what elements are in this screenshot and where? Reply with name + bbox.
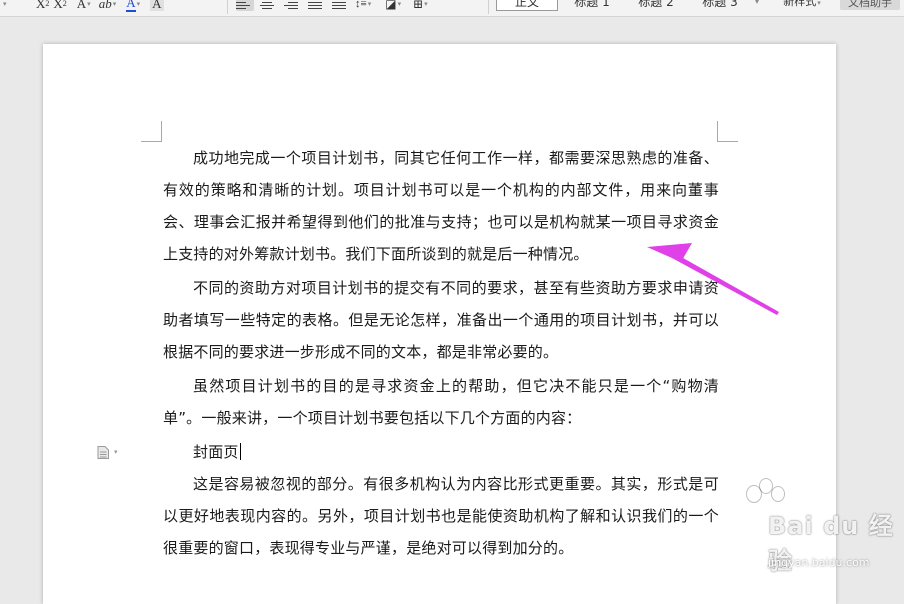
font-format-group: ▾ X2 X2 A ▾ ab ▾ A ▾ A xyxy=(0,0,166,14)
styles-gallery-more-icon[interactable]: ▾ xyxy=(750,0,764,10)
style-normal-button[interactable]: 正文 xyxy=(496,0,558,11)
toolbar-divider xyxy=(488,0,489,14)
subscript-button[interactable]: X2 xyxy=(51,0,68,13)
paragraph[interactable]: 这是容易被忽视的部分。有很多机构认为内容比形式更重要。其实，形式是可以更好地表现… xyxy=(163,468,719,564)
style-heading2-button[interactable]: 标题 2 xyxy=(630,0,682,10)
paragraph[interactable]: 成功地完成一个项目计划书，同其它任何工作一样，都需要深思熟虑的准备、有效的策略和… xyxy=(163,142,719,270)
toolbar-divider xyxy=(227,0,228,14)
style-heading1-button[interactable]: 标题 1 xyxy=(566,0,618,10)
section-heading-paragraph[interactable]: 封面页 xyxy=(163,436,719,468)
paragraph[interactable]: 不同的资助方对项目计划书的提交有不同的要求，甚至有些资助方要求申请资助者填写一些… xyxy=(163,272,719,368)
line-spacing-icon[interactable]: ↕≡ ▾ xyxy=(353,0,373,13)
ribbon-toolbar: ▾ X2 X2 A ▾ ab ▾ A ▾ A ↕≡ ▾ ◪ ▾ ⊞ ▾ 正文 标题 1 标题… xyxy=(0,0,904,17)
align-center-button[interactable] xyxy=(260,0,278,11)
superscript-button[interactable]: X2 xyxy=(34,0,51,13)
font-color-button[interactable]: A ▾ xyxy=(124,0,142,13)
distributed-align-button[interactable] xyxy=(332,0,350,11)
align-left-button[interactable] xyxy=(236,0,254,11)
justify-button[interactable] xyxy=(308,0,326,11)
align-right-button[interactable] xyxy=(284,0,302,11)
document-page[interactable]: 成功地完成一个项目计划书，同其它任何工作一样，都需要深思熟虑的准备、有效的策略和… xyxy=(43,44,836,604)
document-body[interactable]: 成功地完成一个项目计划书，同其它任何工作一样，都需要深思熟虑的准备、有效的策略和… xyxy=(163,142,719,566)
text-cursor xyxy=(239,443,241,460)
text-effect-button[interactable]: A ▾ xyxy=(75,0,93,13)
paragraph[interactable]: 虽然项目计划书的目的是寻求资金上的帮助，但它决不能只是一个“购物清单”。一般来讲… xyxy=(163,370,719,434)
border-grid-icon[interactable]: ⊞ ▾ xyxy=(411,0,430,13)
watermark-url: jingyan.baidu.com xyxy=(768,556,870,569)
margin-corner-top-left xyxy=(141,121,162,142)
paragraph-layout-caret-icon[interactable]: ▾ xyxy=(114,448,118,456)
style-heading3-button[interactable]: 标题 3 xyxy=(694,0,746,10)
doc-helper-button[interactable]: 文档助手 xyxy=(840,0,900,10)
highlight-button[interactable]: ab ▾ xyxy=(97,0,119,13)
shading-bucket-icon[interactable]: ◪ ▾ xyxy=(383,0,403,13)
new-style-button[interactable]: 新样式▾ xyxy=(772,0,832,10)
font-size-caret-button[interactable]: ▾ xyxy=(0,0,18,13)
paragraph-format-group: ↕≡ ▾ ◪ ▾ ⊞ ▾ xyxy=(233,0,430,14)
char-shading-button[interactable]: A xyxy=(148,0,165,13)
paragraph-layout-icon[interactable] xyxy=(97,446,109,459)
margin-corner-top-right xyxy=(717,121,738,142)
